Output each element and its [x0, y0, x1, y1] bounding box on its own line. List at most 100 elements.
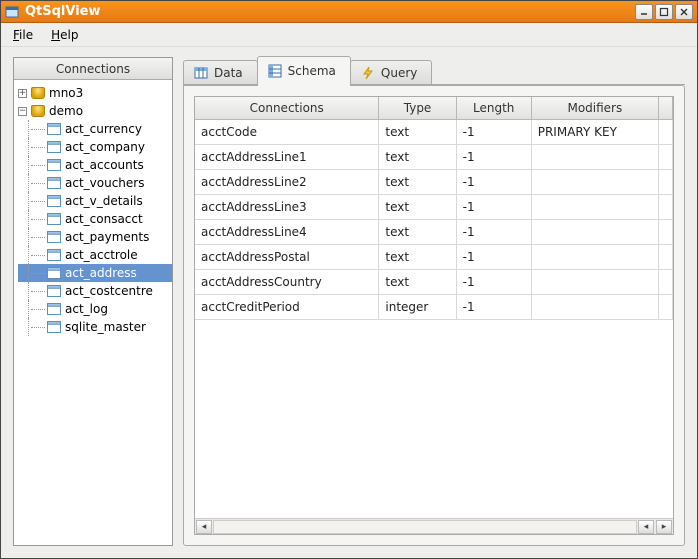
tree-table-act_log[interactable]: act_log: [18, 300, 172, 318]
cell[interactable]: -1: [456, 270, 531, 295]
content-area: Connections +mno3 − demo act_currency act_co…: [1, 47, 697, 558]
table-icon: [47, 321, 61, 333]
col-modifiers[interactable]: Modifiers: [531, 97, 658, 120]
tree-table-act_acctrole[interactable]: act_acctrole: [18, 246, 172, 264]
tree-table-act_v_details[interactable]: act_v_details: [18, 192, 172, 210]
cell[interactable]: text: [379, 195, 456, 220]
menu-help[interactable]: Help: [47, 26, 82, 44]
table-row[interactable]: acctAddressLine2text-1: [195, 170, 673, 195]
cell[interactable]: [531, 195, 658, 220]
tree-item-label: act_company: [65, 140, 145, 154]
tree-table-act_consacct[interactable]: act_consacct: [18, 210, 172, 228]
cell[interactable]: text: [379, 270, 456, 295]
tree-table-act_vouchers[interactable]: act_vouchers: [18, 174, 172, 192]
table-icon: [47, 159, 61, 171]
cell[interactable]: [531, 245, 658, 270]
schema-grid-scroll[interactable]: Connections Type Length Modifiers acctCo…: [195, 97, 673, 518]
cell[interactable]: [531, 145, 658, 170]
titlebar: QtSqlView: [1, 1, 697, 23]
tree-item-label: act_accounts: [65, 158, 144, 172]
tree-table-act_accounts[interactable]: act_accounts: [18, 156, 172, 174]
cell[interactable]: -1: [456, 195, 531, 220]
cell[interactable]: acctAddressLine4: [195, 220, 379, 245]
schema-grid: Connections Type Length Modifiers acctCo…: [194, 96, 674, 535]
tree-item-label: act_currency: [65, 122, 142, 136]
tree-item-label: demo: [49, 104, 83, 118]
cell[interactable]: acctAddressLine2: [195, 170, 379, 195]
cell[interactable]: acctCode: [195, 120, 379, 145]
tree-table-act_currency[interactable]: act_currency: [18, 120, 172, 138]
cell[interactable]: [531, 295, 658, 320]
cell[interactable]: PRIMARY KEY: [531, 120, 658, 145]
tree-table-act_costcentre[interactable]: act_costcentre: [18, 282, 172, 300]
col-type[interactable]: Type: [379, 97, 456, 120]
tree-table-act_payments[interactable]: act_payments: [18, 228, 172, 246]
table-row[interactable]: acctAddressLine4text-1: [195, 220, 673, 245]
table-row[interactable]: acctAddressLine1text-1: [195, 145, 673, 170]
horizontal-scrollbar[interactable]: ◂ ◂ ▸: [195, 518, 673, 534]
scroll-left2-icon[interactable]: ◂: [638, 520, 654, 534]
table-row[interactable]: acctAddressPostaltext-1: [195, 245, 673, 270]
cell[interactable]: acctCreditPeriod: [195, 295, 379, 320]
cell[interactable]: -1: [456, 145, 531, 170]
table-row[interactable]: acctAddressLine3text-1: [195, 195, 673, 220]
menu-file[interactable]: File: [9, 26, 37, 44]
scroll-left-icon[interactable]: ◂: [196, 520, 212, 534]
menu-help-mnemonic: H: [51, 28, 60, 42]
minimize-button[interactable]: [635, 4, 653, 20]
table-row[interactable]: acctAddressCountrytext-1: [195, 270, 673, 295]
close-button[interactable]: [675, 4, 693, 20]
table-icon: [47, 303, 61, 315]
cell-tail: [659, 170, 673, 195]
collapse-icon[interactable]: −: [18, 107, 27, 116]
cell[interactable]: text: [379, 120, 456, 145]
col-length[interactable]: Length: [456, 97, 531, 120]
tab-schema-label: Schema: [288, 64, 336, 78]
cell[interactable]: -1: [456, 245, 531, 270]
tree-table-act_address[interactable]: act_address: [18, 264, 172, 282]
cell[interactable]: text: [379, 145, 456, 170]
cell[interactable]: integer: [379, 295, 456, 320]
table-icon: [194, 66, 208, 80]
cell[interactable]: text: [379, 245, 456, 270]
cell[interactable]: [531, 170, 658, 195]
scroll-right-icon[interactable]: ▸: [656, 520, 672, 534]
tab-schema[interactable]: Schema: [257, 56, 351, 85]
tree-item-label: act_address: [65, 266, 137, 280]
menubar: File Help: [1, 23, 697, 47]
tree-item-label: act_acctrole: [65, 248, 138, 262]
app-icon: [5, 5, 19, 19]
cell[interactable]: text: [379, 170, 456, 195]
detail-panel: Data Schema Query: [183, 57, 685, 546]
tab-data-label: Data: [214, 66, 243, 80]
col-connections[interactable]: Connections: [195, 97, 379, 120]
cell[interactable]: acctAddressLine1: [195, 145, 379, 170]
cell[interactable]: -1: [456, 295, 531, 320]
tree-db-demo[interactable]: − demo: [18, 102, 172, 120]
maximize-button[interactable]: [655, 4, 673, 20]
tree-table-sqlite_master[interactable]: sqlite_master: [18, 318, 172, 336]
cell[interactable]: -1: [456, 220, 531, 245]
table-icon: [47, 231, 61, 243]
cell[interactable]: acctAddressCountry: [195, 270, 379, 295]
tree-db-mno3[interactable]: +mno3: [18, 84, 172, 102]
cell-tail: [659, 295, 673, 320]
scroll-track[interactable]: [213, 520, 637, 534]
connections-tree[interactable]: +mno3 − demo act_currency act_company act_acc…: [14, 80, 172, 545]
cell[interactable]: text: [379, 220, 456, 245]
tab-query[interactable]: Query: [350, 60, 432, 85]
expand-icon[interactable]: +: [18, 89, 27, 98]
tab-data[interactable]: Data: [183, 60, 258, 85]
table-row[interactable]: acctCodetext-1PRIMARY KEY: [195, 120, 673, 145]
cell[interactable]: [531, 270, 658, 295]
cell[interactable]: acctAddressLine3: [195, 195, 379, 220]
table-icon: [47, 267, 61, 279]
cell[interactable]: acctAddressPostal: [195, 245, 379, 270]
cell[interactable]: -1: [456, 120, 531, 145]
cell[interactable]: -1: [456, 170, 531, 195]
table-row[interactable]: acctCreditPeriodinteger-1: [195, 295, 673, 320]
table-icon: [47, 213, 61, 225]
cell-tail: [659, 145, 673, 170]
cell[interactable]: [531, 220, 658, 245]
tree-table-act_company[interactable]: act_company: [18, 138, 172, 156]
